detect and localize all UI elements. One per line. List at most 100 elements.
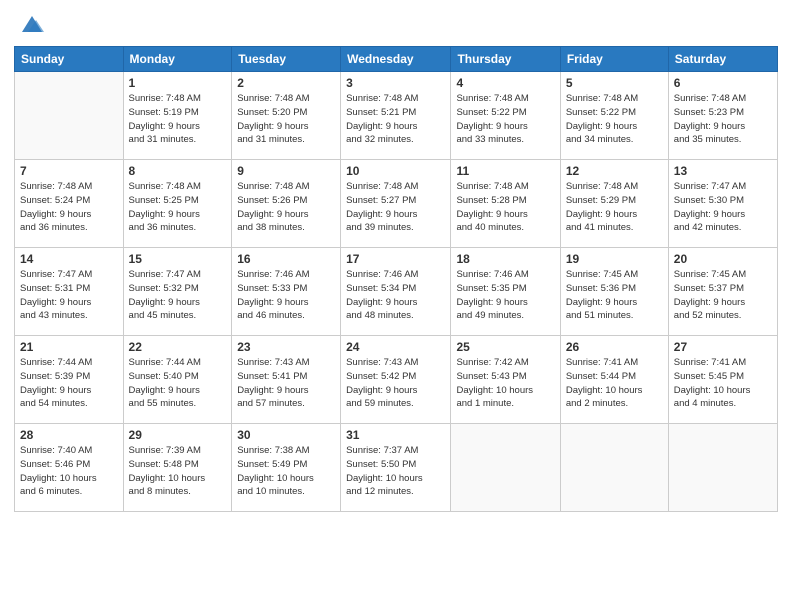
day-number: 18 bbox=[456, 252, 554, 266]
calendar-cell: 13 Sunrise: 7:47 AM Sunset: 5:30 PM Dayli… bbox=[668, 160, 777, 248]
calendar-cell bbox=[451, 424, 560, 512]
calendar-cell: 16 Sunrise: 7:46 AM Sunset: 5:33 PM Dayli… bbox=[232, 248, 341, 336]
day-number: 21 bbox=[20, 340, 118, 354]
calendar-cell: 9 Sunrise: 7:48 AM Sunset: 5:26 PM Daylig… bbox=[232, 160, 341, 248]
day-info: Sunrise: 7:48 AM Sunset: 5:23 PM Dayligh… bbox=[674, 92, 772, 147]
day-info: Sunrise: 7:48 AM Sunset: 5:21 PM Dayligh… bbox=[346, 92, 445, 147]
weekday-header-thursday: Thursday bbox=[451, 47, 560, 72]
calendar-cell: 10 Sunrise: 7:48 AM Sunset: 5:27 PM Dayli… bbox=[341, 160, 451, 248]
day-info: Sunrise: 7:47 AM Sunset: 5:31 PM Dayligh… bbox=[20, 268, 118, 323]
calendar-cell: 2Sunrise: 7:48 AM Sunset: 5:20 PM Daylig… bbox=[232, 72, 341, 160]
header bbox=[14, 10, 778, 38]
page: SundayMondayTuesdayWednesdayThursdayFrid… bbox=[0, 0, 792, 612]
calendar-cell: 12 Sunrise: 7:48 AM Sunset: 5:29 PM Dayli… bbox=[560, 160, 668, 248]
calendar-cell: 14Sunrise: 7:47 AM Sunset: 5:31 PM Dayli… bbox=[15, 248, 124, 336]
weekday-header-saturday: Saturday bbox=[668, 47, 777, 72]
calendar-cell: 4Sunrise: 7:48 AM Sunset: 5:22 PM Daylig… bbox=[451, 72, 560, 160]
day-number: 7 bbox=[20, 164, 118, 178]
weekday-header-tuesday: Tuesday bbox=[232, 47, 341, 72]
day-info: Sunrise: 7:48 AM Sunset: 5:28 PM Dayligh… bbox=[456, 180, 554, 235]
day-info: Sunrise: 7:38 AM Sunset: 5:49 PM Dayligh… bbox=[237, 444, 335, 499]
calendar-cell: 15 Sunrise: 7:47 AM Sunset: 5:32 PM Dayli… bbox=[123, 248, 232, 336]
calendar-cell: 18 Sunrise: 7:46 AM Sunset: 5:35 PM Dayli… bbox=[451, 248, 560, 336]
calendar-week-5: 28 Sunrise: 7:40 AM Sunset: 5:46 PM Dayli… bbox=[15, 424, 778, 512]
day-info: Sunrise: 7:48 AM Sunset: 5:26 PM Dayligh… bbox=[237, 180, 335, 235]
calendar-week-1: 1 Sunrise: 7:48 AM Sunset: 5:19 PM Daylig… bbox=[15, 72, 778, 160]
calendar-cell: 11 Sunrise: 7:48 AM Sunset: 5:28 PM Dayli… bbox=[451, 160, 560, 248]
weekday-header-row: SundayMondayTuesdayWednesdayThursdayFrid… bbox=[15, 47, 778, 72]
calendar-cell: 19 Sunrise: 7:45 AM Sunset: 5:36 PM Dayli… bbox=[560, 248, 668, 336]
day-number: 20 bbox=[674, 252, 772, 266]
day-number: 3 bbox=[346, 76, 445, 90]
day-info: Sunrise: 7:43 AM Sunset: 5:42 PM Dayligh… bbox=[346, 356, 445, 411]
day-number: 4 bbox=[456, 76, 554, 90]
day-number: 26 bbox=[566, 340, 663, 354]
day-number: 29 bbox=[129, 428, 227, 442]
calendar-week-4: 21 Sunrise: 7:44 AM Sunset: 5:39 PM Dayli… bbox=[15, 336, 778, 424]
calendar-cell: 29 Sunrise: 7:39 AM Sunset: 5:48 PM Dayli… bbox=[123, 424, 232, 512]
day-number: 24 bbox=[346, 340, 445, 354]
day-info: Sunrise: 7:42 AM Sunset: 5:43 PM Dayligh… bbox=[456, 356, 554, 411]
logo-icon bbox=[18, 10, 46, 38]
weekday-header-friday: Friday bbox=[560, 47, 668, 72]
day-info: Sunrise: 7:43 AM Sunset: 5:41 PM Dayligh… bbox=[237, 356, 335, 411]
calendar-cell: 1 Sunrise: 7:48 AM Sunset: 5:19 PM Daylig… bbox=[123, 72, 232, 160]
day-info: Sunrise: 7:48 AM Sunset: 5:27 PM Dayligh… bbox=[346, 180, 445, 235]
calendar-cell: 30 Sunrise: 7:38 AM Sunset: 5:49 PM Dayli… bbox=[232, 424, 341, 512]
calendar-cell: 26 Sunrise: 7:41 AM Sunset: 5:44 PM Dayli… bbox=[560, 336, 668, 424]
day-number: 10 bbox=[346, 164, 445, 178]
day-number: 12 bbox=[566, 164, 663, 178]
calendar-cell: 6 Sunrise: 7:48 AM Sunset: 5:23 PM Daylig… bbox=[668, 72, 777, 160]
logo bbox=[14, 10, 46, 38]
weekday-header-sunday: Sunday bbox=[15, 47, 124, 72]
calendar-cell: 5Sunrise: 7:48 AM Sunset: 5:22 PM Daylig… bbox=[560, 72, 668, 160]
weekday-header-monday: Monday bbox=[123, 47, 232, 72]
day-info: Sunrise: 7:46 AM Sunset: 5:34 PM Dayligh… bbox=[346, 268, 445, 323]
day-number: 6 bbox=[674, 76, 772, 90]
day-number: 11 bbox=[456, 164, 554, 178]
day-info: Sunrise: 7:45 AM Sunset: 5:37 PM Dayligh… bbox=[674, 268, 772, 323]
calendar-cell: 3 Sunrise: 7:48 AM Sunset: 5:21 PM Daylig… bbox=[341, 72, 451, 160]
day-info: Sunrise: 7:48 AM Sunset: 5:29 PM Dayligh… bbox=[566, 180, 663, 235]
day-info: Sunrise: 7:44 AM Sunset: 5:40 PM Dayligh… bbox=[129, 356, 227, 411]
day-number: 16 bbox=[237, 252, 335, 266]
day-info: Sunrise: 7:39 AM Sunset: 5:48 PM Dayligh… bbox=[129, 444, 227, 499]
day-number: 1 bbox=[129, 76, 227, 90]
calendar-cell: 7 Sunrise: 7:48 AM Sunset: 5:24 PM Daylig… bbox=[15, 160, 124, 248]
calendar-cell: 24 Sunrise: 7:43 AM Sunset: 5:42 PM Dayli… bbox=[341, 336, 451, 424]
calendar-cell: 17 Sunrise: 7:46 AM Sunset: 5:34 PM Dayli… bbox=[341, 248, 451, 336]
calendar-cell: 28 Sunrise: 7:40 AM Sunset: 5:46 PM Dayli… bbox=[15, 424, 124, 512]
day-number: 31 bbox=[346, 428, 445, 442]
day-info: Sunrise: 7:48 AM Sunset: 5:19 PM Dayligh… bbox=[129, 92, 227, 147]
day-info: Sunrise: 7:46 AM Sunset: 5:35 PM Dayligh… bbox=[456, 268, 554, 323]
day-info: Sunrise: 7:40 AM Sunset: 5:46 PM Dayligh… bbox=[20, 444, 118, 499]
weekday-header-wednesday: Wednesday bbox=[341, 47, 451, 72]
day-info: Sunrise: 7:47 AM Sunset: 5:32 PM Dayligh… bbox=[129, 268, 227, 323]
calendar-cell: 23 Sunrise: 7:43 AM Sunset: 5:41 PM Dayli… bbox=[232, 336, 341, 424]
day-info: Sunrise: 7:47 AM Sunset: 5:30 PM Dayligh… bbox=[674, 180, 772, 235]
day-info: Sunrise: 7:48 AM Sunset: 5:20 PM Dayligh… bbox=[237, 92, 335, 147]
day-info: Sunrise: 7:45 AM Sunset: 5:36 PM Dayligh… bbox=[566, 268, 663, 323]
day-number: 22 bbox=[129, 340, 227, 354]
day-number: 17 bbox=[346, 252, 445, 266]
calendar-cell: 8Sunrise: 7:48 AM Sunset: 5:25 PM Daylig… bbox=[123, 160, 232, 248]
calendar-table: SundayMondayTuesdayWednesdayThursdayFrid… bbox=[14, 46, 778, 512]
calendar-cell: 31Sunrise: 7:37 AM Sunset: 5:50 PM Dayli… bbox=[341, 424, 451, 512]
day-number: 30 bbox=[237, 428, 335, 442]
day-number: 15 bbox=[129, 252, 227, 266]
calendar-week-2: 7 Sunrise: 7:48 AM Sunset: 5:24 PM Daylig… bbox=[15, 160, 778, 248]
day-info: Sunrise: 7:41 AM Sunset: 5:44 PM Dayligh… bbox=[566, 356, 663, 411]
day-number: 8 bbox=[129, 164, 227, 178]
day-number: 13 bbox=[674, 164, 772, 178]
day-info: Sunrise: 7:44 AM Sunset: 5:39 PM Dayligh… bbox=[20, 356, 118, 411]
day-info: Sunrise: 7:46 AM Sunset: 5:33 PM Dayligh… bbox=[237, 268, 335, 323]
day-number: 9 bbox=[237, 164, 335, 178]
calendar-cell: 27Sunrise: 7:41 AM Sunset: 5:45 PM Dayli… bbox=[668, 336, 777, 424]
day-number: 28 bbox=[20, 428, 118, 442]
calendar-week-3: 14Sunrise: 7:47 AM Sunset: 5:31 PM Dayli… bbox=[15, 248, 778, 336]
day-number: 23 bbox=[237, 340, 335, 354]
calendar-cell: 20 Sunrise: 7:45 AM Sunset: 5:37 PM Dayli… bbox=[668, 248, 777, 336]
day-number: 19 bbox=[566, 252, 663, 266]
day-info: Sunrise: 7:48 AM Sunset: 5:24 PM Dayligh… bbox=[20, 180, 118, 235]
day-number: 5 bbox=[566, 76, 663, 90]
